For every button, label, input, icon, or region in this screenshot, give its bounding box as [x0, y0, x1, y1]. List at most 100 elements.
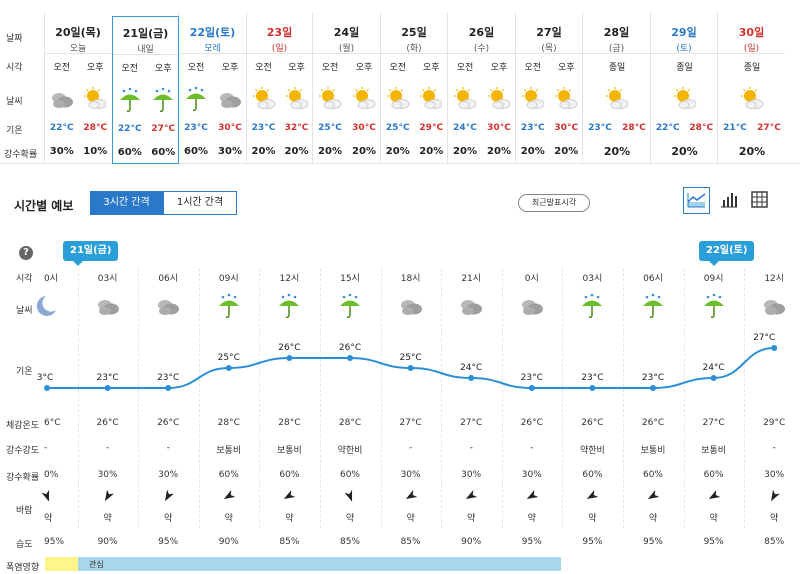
precip-probability: 20% — [352, 146, 376, 157]
wind-strength: 약 — [224, 514, 233, 524]
humidity: 95% — [642, 537, 663, 547]
rain-umbrella-icon — [320, 293, 380, 323]
day-subtitle: 오늘 — [69, 44, 87, 54]
cloudy-icon — [502, 293, 562, 323]
precip-intensity: 보통비 — [640, 446, 666, 456]
high-temp: 32°C — [284, 123, 309, 133]
day-column[interactable]: 21일(금) 내일 오전 60% 오후 60% 22°C 27°C — [112, 16, 179, 164]
period-label: 오후 — [86, 63, 104, 73]
temperature-point — [347, 355, 353, 361]
day-date: 29일 — [671, 26, 697, 39]
precip-probability: 60% — [642, 470, 663, 480]
precip-probability: 60% — [218, 470, 239, 480]
day-column[interactable]: 29일 (토) 종일 20% 22°C 28°C — [650, 12, 717, 164]
hourly-label-humidity: 습도 — [16, 540, 33, 550]
wind-strength: 약 — [406, 514, 415, 524]
high-temp: 30°C — [487, 123, 511, 133]
wind-direction-icon — [623, 488, 683, 502]
day-column[interactable]: 22일(토) 모레 오전 60% 오후 30% 23°C 30°C — [178, 12, 246, 164]
hourly-label-pop: 강수확률 — [6, 473, 40, 483]
temperature-label: 26°C — [338, 343, 362, 353]
high-temp: 30°C — [218, 123, 242, 133]
feels-like: 26°C — [581, 418, 604, 428]
day-column[interactable]: 25일 (화) 오전 20% 오후 20% 25°C 29°C — [380, 12, 447, 164]
precip-probability: 20% — [318, 146, 342, 157]
precip-probability: 60% — [151, 147, 176, 158]
temperature-point — [468, 375, 475, 381]
wind-direction-icon — [684, 488, 744, 502]
temperature-point — [407, 365, 414, 371]
tab-3-hour-interval[interactable]: 3시간 간격 — [90, 191, 163, 215]
temperature-label: 23°C — [520, 373, 543, 383]
precip-probability: 30% — [97, 470, 118, 480]
hour-time: 09시 — [703, 274, 724, 284]
period-label: 종일 — [608, 63, 626, 73]
cloudy-icon — [45, 86, 79, 112]
rain-umbrella-icon — [147, 87, 181, 113]
tab-1-hour-interval[interactable]: 1시간 간격 — [163, 191, 237, 215]
row-label-time: 시각 — [6, 63, 23, 73]
table-view-icon[interactable] — [747, 187, 774, 214]
hourly-label-feels: 체감온도 — [6, 421, 40, 431]
latest-release-button[interactable]: 최근발표시각 — [518, 194, 590, 212]
high-temp: 28°C — [622, 123, 646, 133]
heat-impact-row: 폭염영향 관심 — [0, 557, 800, 574]
precip-probability: 30% — [400, 470, 421, 480]
low-temp: 25°C — [318, 123, 342, 133]
precip-intensity: 약한비 — [579, 446, 605, 456]
precip-probability: 10% — [83, 146, 108, 157]
precip-probability: 30% — [764, 470, 785, 480]
rain-umbrella-icon — [623, 293, 683, 323]
graph-view-icon[interactable] — [683, 187, 710, 214]
temperature-label: 23°C — [157, 373, 180, 383]
day-subtitle: (수) — [473, 44, 490, 54]
wind-strength: 약 — [588, 514, 597, 524]
heat-level-blue-bar — [78, 557, 561, 571]
precip-intensity: - — [408, 443, 413, 453]
period-label: 오전 — [456, 63, 474, 73]
cloudy-icon — [744, 293, 800, 323]
help-icon[interactable]: ? — [19, 246, 33, 260]
row-label-date: 날짜 — [6, 34, 23, 44]
hour-time: 06시 — [158, 274, 179, 284]
humidity: 85% — [339, 537, 360, 547]
feels-like: 27°C — [460, 418, 483, 428]
wind-strength: 약 — [103, 514, 112, 524]
precip-probability: 30% — [49, 146, 74, 157]
temperature-point — [771, 345, 778, 351]
period-label: 오전 — [187, 63, 205, 73]
bar-chart-icon[interactable] — [716, 187, 743, 214]
humidity: 95% — [521, 537, 542, 547]
date-flag-2: 22일(토) — [699, 241, 755, 266]
wind-strength: 약 — [164, 514, 173, 524]
day-column[interactable]: 24일 (월) 오전 20% 오후 20% 25°C 30°C — [312, 12, 380, 164]
precip-probability: 20% — [251, 146, 276, 157]
humidity: 90% — [218, 537, 239, 547]
partly-cloudy-icon — [550, 86, 584, 112]
day-subtitle: 모레 — [204, 44, 221, 54]
partly-cloudy-icon — [448, 86, 482, 112]
feels-like: 28°C — [278, 418, 301, 428]
hour-time: 03시 — [97, 274, 118, 284]
day-column[interactable]: 30일 (일) 종일 20% 21°C 27°C — [717, 12, 785, 164]
humidity: 95% — [703, 537, 724, 547]
day-column[interactable]: 27일 (목) 오전 20% 오후 20% 23°C 30°C — [515, 12, 582, 164]
row-label-weather: 날씨 — [6, 97, 23, 107]
rain-umbrella-icon — [684, 293, 744, 323]
rain-umbrella-icon — [259, 293, 319, 323]
day-column[interactable]: 20일(목) 오늘 오전 30% 오후 10% 22°C 28°C — [44, 12, 111, 164]
day-date: 30일 — [738, 26, 765, 39]
temperature-label: 23°C — [581, 373, 604, 383]
partly-cloudy-icon — [651, 86, 718, 112]
precip-intensity: 보통비 — [276, 446, 302, 456]
cloudy-icon — [441, 293, 501, 323]
low-temp: 22°C — [117, 124, 142, 134]
temperature-point — [528, 385, 535, 391]
wind-direction-icon — [17, 488, 77, 502]
precip-probability: 30% — [461, 470, 482, 480]
day-column[interactable]: 28일 (금) 종일 20% 23°C 28°C — [582, 12, 650, 164]
day-column[interactable]: 26일 (수) 오전 20% 오후 20% 24°C 30°C — [447, 12, 515, 164]
wind-strength: 약 — [770, 514, 779, 524]
day-column[interactable]: 23일 (일) 오전 20% 오후 20% 23°C 32°C — [246, 12, 312, 164]
temperature-label: 3°C — [36, 373, 54, 383]
